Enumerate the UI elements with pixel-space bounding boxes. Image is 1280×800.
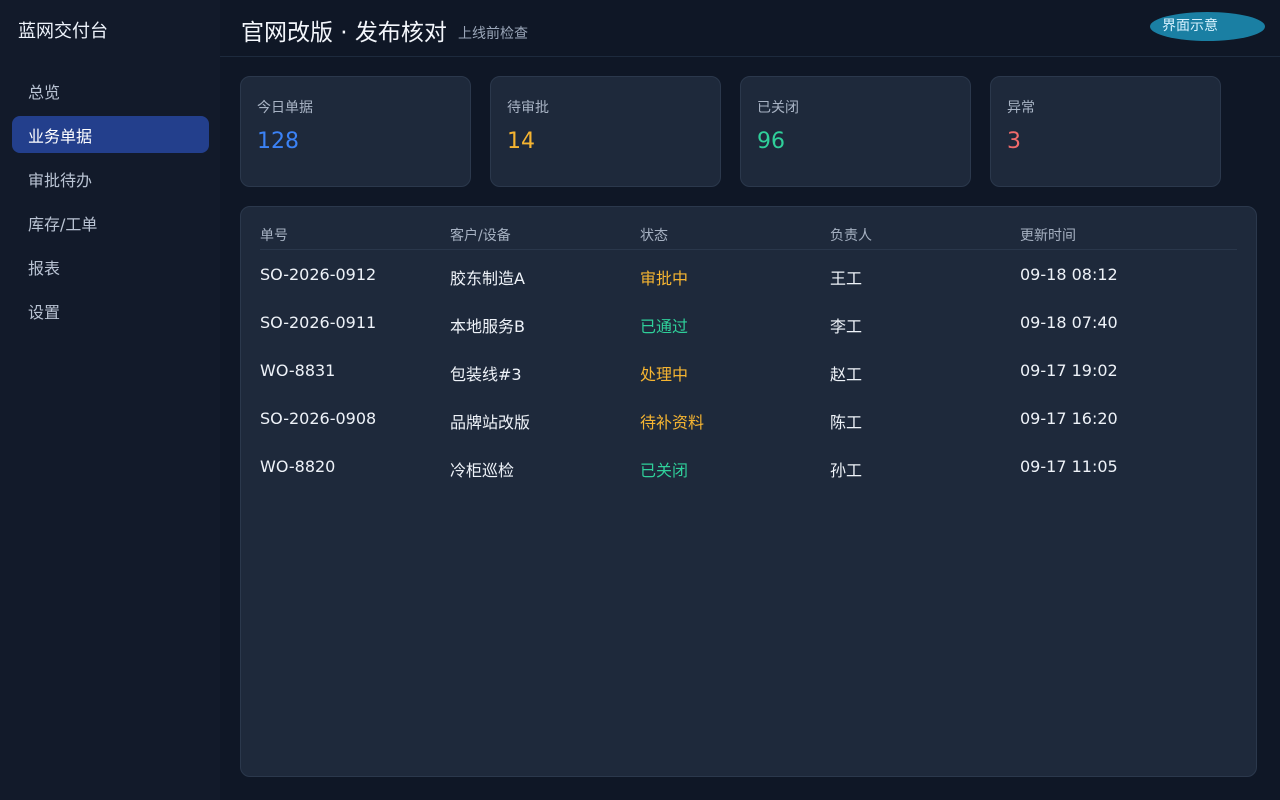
cell-owner: 孙工 bbox=[830, 461, 863, 480]
stat-card-pending-approval: 待审批 14 bbox=[490, 76, 721, 187]
table-row[interactable]: SO-2026-0911 本地服务B 已通过 李工 09-18 07:40 bbox=[260, 298, 1237, 346]
stat-label: 已关闭 bbox=[757, 100, 799, 116]
table-row[interactable]: SO-2026-0912 胶东制造A 审批中 王工 09-18 08:12 bbox=[260, 250, 1237, 298]
page-header: 官网改版 · 发布核对 上线前检查 界面示意 bbox=[220, 0, 1280, 57]
cell-owner: 李工 bbox=[830, 317, 863, 336]
column-header-owner[interactable]: 负责人 bbox=[830, 225, 872, 245]
cell-client: 冷柜巡检 bbox=[450, 461, 515, 480]
table-row[interactable]: WO-8820 冷柜巡检 已关闭 孙工 09-17 11:05 bbox=[260, 442, 1237, 490]
stat-card-closed: 已关闭 96 bbox=[740, 76, 971, 187]
stat-label: 待审批 bbox=[507, 100, 549, 116]
cell-id: WO-8820 bbox=[260, 457, 336, 476]
documents-table-panel: 单号 客户/设备 状态 负责人 更新时间 SO-2026-0912 胶东制造A … bbox=[240, 206, 1257, 777]
documents-table: 单号 客户/设备 状态 负责人 更新时间 SO-2026-0912 胶东制造A … bbox=[260, 221, 1237, 490]
table-row[interactable]: SO-2026-0908 品牌站改版 待补资料 陈工 09-17 16:20 bbox=[260, 394, 1237, 442]
sidebar-item-settings[interactable]: 设置 bbox=[12, 292, 209, 329]
stat-value: 128 bbox=[257, 129, 299, 154]
stat-card-today-documents: 今日单据 128 bbox=[240, 76, 471, 187]
cell-updated: 09-18 07:40 bbox=[1020, 313, 1118, 332]
stat-card-anomaly: 异常 3 bbox=[990, 76, 1221, 187]
cell-client: 本地服务B bbox=[450, 317, 525, 336]
stat-label: 今日单据 bbox=[257, 100, 313, 116]
cell-id: SO-2026-0912 bbox=[260, 265, 377, 284]
cell-id: SO-2026-0908 bbox=[260, 409, 377, 428]
stat-value: 3 bbox=[1007, 129, 1021, 154]
sidebar-item-reports[interactable]: 报表 bbox=[12, 248, 209, 285]
cell-updated: 09-17 19:02 bbox=[1020, 361, 1118, 380]
column-header-updated[interactable]: 更新时间 bbox=[1020, 225, 1076, 245]
cell-status: 已关闭 bbox=[640, 461, 689, 480]
stats-row: 今日单据 128 待审批 14 已关闭 96 异常 3 bbox=[240, 76, 1240, 187]
cell-status: 审批中 bbox=[640, 269, 689, 288]
sidebar-item-business-documents[interactable]: 业务单据 bbox=[12, 116, 209, 153]
sidebar-item-approval-todo[interactable]: 审批待办 bbox=[12, 160, 209, 197]
table-row[interactable]: WO-8831 包装线#3 处理中 赵工 09-17 19:02 bbox=[260, 346, 1237, 394]
stat-value: 96 bbox=[757, 129, 785, 154]
sidebar-item-inventory-workorders[interactable]: 库存/工单 bbox=[12, 204, 209, 241]
page-subtitle: 上线前检查 bbox=[458, 26, 528, 42]
cell-updated: 09-18 08:12 bbox=[1020, 265, 1118, 284]
sidebar-item-overview[interactable]: 总览 bbox=[12, 72, 209, 109]
brand-title: 蓝网交付台 bbox=[18, 21, 108, 42]
stat-label: 异常 bbox=[1007, 100, 1035, 116]
page-title: 官网改版 · 发布核对 bbox=[241, 20, 447, 46]
cell-id: WO-8831 bbox=[260, 361, 336, 380]
stat-value: 14 bbox=[507, 129, 535, 154]
cell-client: 包装线#3 bbox=[450, 365, 522, 384]
cell-owner: 王工 bbox=[830, 269, 863, 288]
cell-client: 胶东制造A bbox=[450, 269, 525, 288]
sidebar: 蓝网交付台 总览 业务单据 审批待办 库存/工单 报表 设置 bbox=[0, 0, 220, 800]
cell-client: 品牌站改版 bbox=[450, 413, 531, 432]
column-header-client[interactable]: 客户/设备 bbox=[450, 225, 511, 245]
app-window: 蓝网交付台 总览 业务单据 审批待办 库存/工单 报表 设置 官网改版 · 发布… bbox=[0, 0, 1280, 800]
cell-status: 处理中 bbox=[640, 365, 689, 384]
column-header-id[interactable]: 单号 bbox=[260, 225, 288, 245]
cell-updated: 09-17 16:20 bbox=[1020, 409, 1118, 428]
cell-updated: 09-17 11:05 bbox=[1020, 457, 1118, 476]
cell-status: 待补资料 bbox=[640, 413, 705, 432]
table-header-row: 单号 客户/设备 状态 负责人 更新时间 bbox=[260, 221, 1237, 250]
column-header-status[interactable]: 状态 bbox=[640, 225, 668, 245]
cell-status: 已通过 bbox=[640, 317, 689, 336]
ui-mockup-badge: 界面示意 bbox=[1150, 12, 1265, 41]
cell-owner: 赵工 bbox=[830, 365, 863, 384]
cell-id: SO-2026-0911 bbox=[260, 313, 377, 332]
cell-owner: 陈工 bbox=[830, 413, 863, 432]
sidebar-nav: 总览 业务单据 审批待办 库存/工单 报表 设置 bbox=[12, 72, 209, 336]
